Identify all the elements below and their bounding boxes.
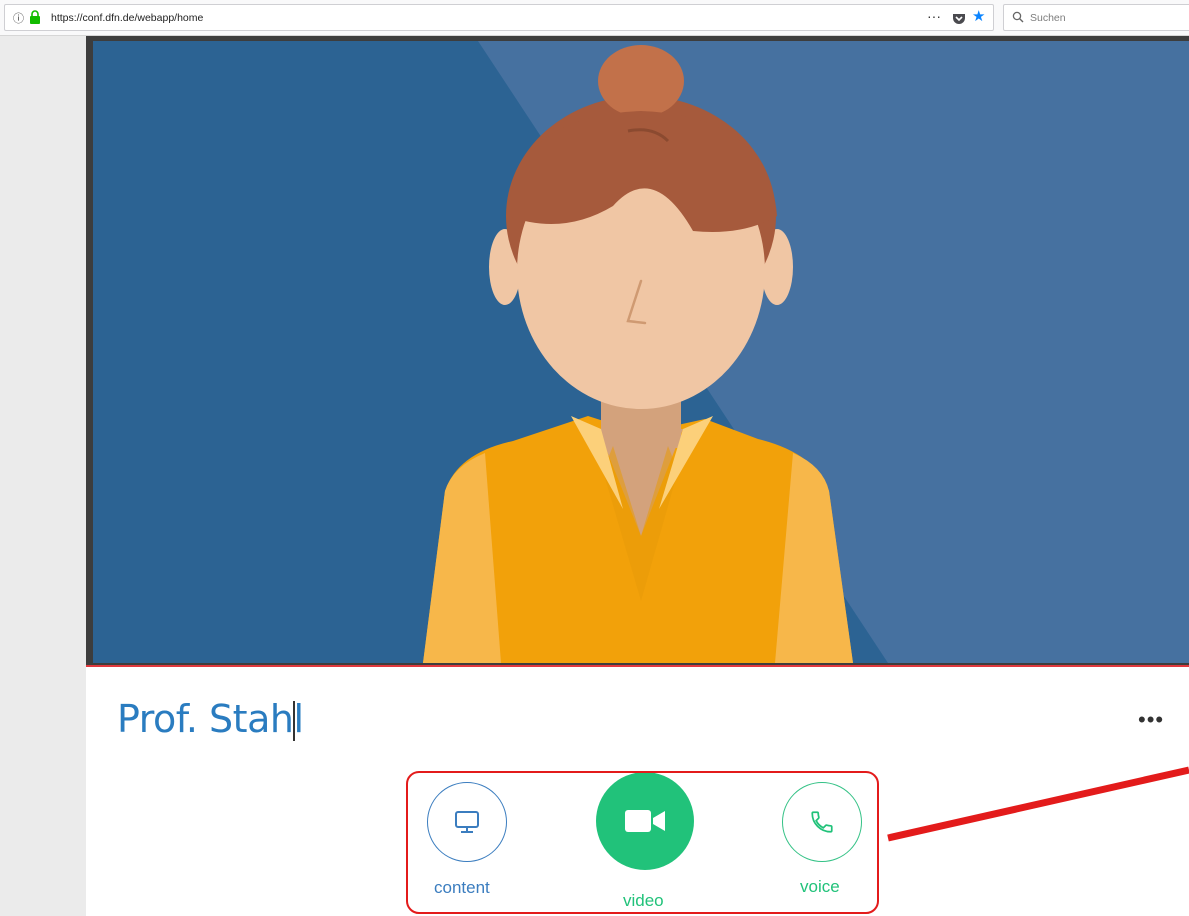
annotation-highlight-box bbox=[406, 771, 879, 914]
more-options-button[interactable]: ••• bbox=[1138, 707, 1164, 733]
video-divider bbox=[86, 665, 1189, 667]
browser-toolbar: ⓘ https://conf.dfn.de/webapp/home ··· ★ … bbox=[0, 0, 1189, 36]
url-text[interactable]: https://conf.dfn.de/webapp/home bbox=[51, 12, 203, 24]
left-sidebar-gutter bbox=[0, 36, 86, 916]
pocket-icon[interactable] bbox=[952, 11, 966, 25]
search-bar[interactable]: Suchen bbox=[1003, 4, 1189, 31]
url-bar[interactable]: ⓘ https://conf.dfn.de/webapp/home ··· ★ bbox=[4, 4, 994, 31]
info-icon[interactable]: ⓘ bbox=[13, 10, 24, 26]
lock-icon[interactable] bbox=[28, 10, 42, 24]
participant-name[interactable]: Prof. Stahl bbox=[117, 697, 304, 741]
bookmark-star-icon[interactable]: ★ bbox=[972, 9, 985, 25]
page-actions-icon[interactable]: ··· bbox=[927, 8, 941, 24]
search-placeholder: Suchen bbox=[1030, 12, 1066, 24]
avatar-illustration bbox=[93, 41, 1189, 663]
video-frame bbox=[86, 36, 1189, 667]
video-feed bbox=[93, 41, 1189, 663]
text-cursor bbox=[293, 701, 295, 741]
search-icon bbox=[1012, 11, 1024, 23]
